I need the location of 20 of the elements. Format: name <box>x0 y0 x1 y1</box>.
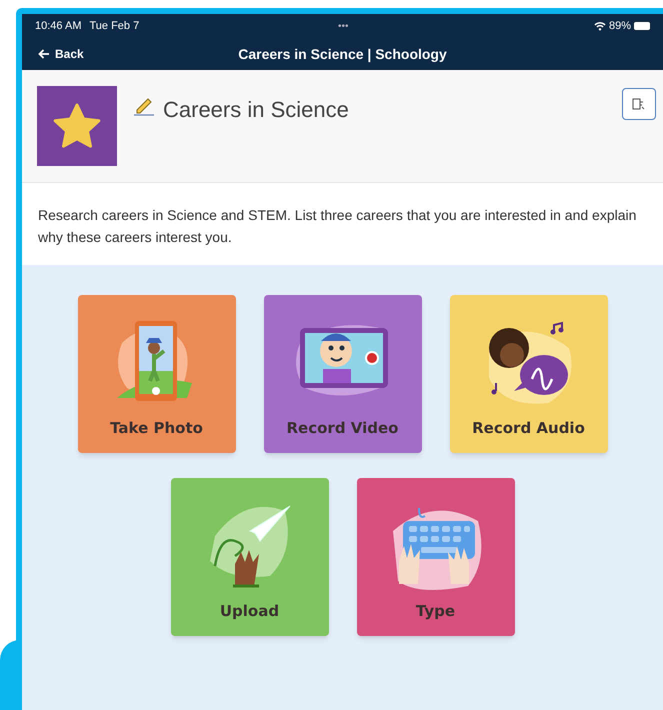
back-button[interactable]: Back <box>38 45 84 63</box>
left-arrow-icon <box>38 49 50 59</box>
star-icon <box>53 103 101 149</box>
status-time: 10:46 AM <box>35 18 82 34</box>
reader-icon <box>632 98 646 110</box>
assignment-title: Careers in Science <box>163 96 349 124</box>
status-date: Tue Feb 7 <box>89 18 140 34</box>
wifi-icon <box>594 21 606 31</box>
battery-percent: 89% <box>608 18 631 34</box>
multitask-dots[interactable]: ••• <box>338 18 349 34</box>
photo-option-button[interactable]: Take Photo <box>78 295 236 453</box>
battery-icon <box>634 22 650 30</box>
immersive-reader-button[interactable] <box>622 88 656 120</box>
page-title: Careers in Science | Schoology <box>238 44 447 64</box>
upload-option-button[interactable]: Upload <box>170 478 328 636</box>
pencil-icon[interactable] <box>133 96 155 116</box>
assignment-description: Research careers in Science and STEM. List three careers that you are interested in and explain why these careers interest you. <box>38 206 638 247</box>
video-option-button[interactable]: Record Video <box>264 295 422 453</box>
audio-option-button[interactable]: Record Audio <box>450 295 608 453</box>
type-option-button[interactable]: Type <box>356 478 514 636</box>
